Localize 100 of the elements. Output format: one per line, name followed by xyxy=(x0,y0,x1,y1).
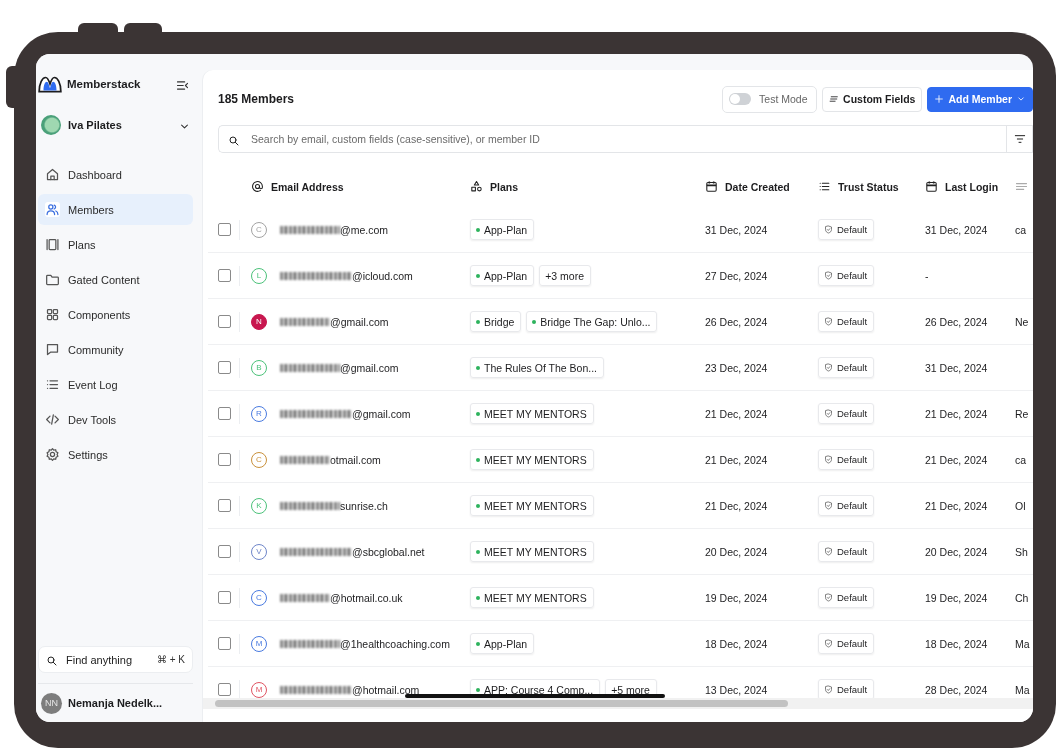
table-cell: Sh xyxy=(1015,545,1028,558)
row-checkbox[interactable] xyxy=(218,591,231,604)
column-header[interactable]: Last Login xyxy=(945,180,999,193)
column-header[interactable]: Email Address xyxy=(271,180,344,193)
redacted-text xyxy=(280,547,352,556)
workspace-switcher[interactable]: Iva Pilates xyxy=(41,113,191,137)
sidebar-item[interactable]: Community xyxy=(38,334,193,365)
plan-tag: Bridge xyxy=(470,311,522,332)
date-created-cell-text: 18 Dec, 2024 xyxy=(704,636,769,652)
email-address: @sbcglobal.net xyxy=(352,545,425,558)
member-avatar: N xyxy=(251,313,267,330)
keyboard-shortcut: ⌘ + K xyxy=(156,654,185,665)
sidebar-item[interactable]: Event Log xyxy=(38,369,193,400)
date-created-cell-text: 26 Dec, 2024 xyxy=(704,314,769,330)
table-cell: Ne xyxy=(1015,315,1029,328)
row-checkbox[interactable] xyxy=(218,407,231,420)
last-login-cell-text: 20 Dec, 2024 xyxy=(924,544,989,560)
list-icon xyxy=(45,377,60,392)
custom-fields-button[interactable]: Custom Fields xyxy=(822,86,923,112)
sidebar-item[interactable]: Settings xyxy=(38,439,193,470)
plan-tag: MEET MY MENTORS xyxy=(470,403,594,424)
column-header[interactable]: Trust Status xyxy=(838,180,899,193)
column-header[interactable]: Date Created xyxy=(725,180,790,193)
search-icon xyxy=(228,133,240,145)
row-checkbox[interactable] xyxy=(218,223,231,236)
member-count-title: 185 Members xyxy=(218,92,296,106)
user-avatar: NN xyxy=(41,692,62,714)
plan-tag: MEET MY MENTORS xyxy=(470,541,594,562)
speech-bubble-icon xyxy=(45,342,60,357)
plan-tag: MEET MY MENTORS xyxy=(470,587,594,608)
redacted-text xyxy=(280,409,352,418)
plan-tag: Bridge The Gap: Unlo... xyxy=(526,311,658,332)
plan-tag: App-Plan xyxy=(470,219,535,240)
row-checkbox[interactable] xyxy=(218,361,231,374)
row-checkbox[interactable] xyxy=(218,453,231,466)
last-login-cell-text: 21 Dec, 2024 xyxy=(924,452,989,468)
trust-status-badge: Default xyxy=(818,357,875,378)
horizontal-scrollbar[interactable] xyxy=(203,698,1033,709)
workspace-avatar xyxy=(41,115,61,135)
shield-icon xyxy=(824,455,833,464)
date-created-cell-text: 23 Dec, 2024 xyxy=(704,360,769,376)
redacted-text xyxy=(280,317,330,326)
brand-name: Memberstack xyxy=(67,78,142,90)
plan-tag: The Rules Of The Bon... xyxy=(470,357,605,378)
sidebar-item[interactable]: Members xyxy=(38,194,193,225)
plan-tag: MEET MY MENTORS xyxy=(470,449,594,470)
email-address: sunrise.ch xyxy=(340,499,388,512)
filter-button[interactable] xyxy=(1006,125,1033,153)
row-checkbox[interactable] xyxy=(218,269,231,282)
date-created-cell-text: 13 Dec, 2024 xyxy=(704,682,769,698)
date-created-cell-text: 19 Dec, 2024 xyxy=(704,590,769,606)
sidebar-item[interactable]: Plans xyxy=(38,229,193,260)
add-member-button[interactable]: Add Member xyxy=(927,86,1033,112)
last-login-cell-text: 18 Dec, 2024 xyxy=(924,636,989,652)
settings-icon xyxy=(45,447,60,462)
email-address: @hotmail.co.uk xyxy=(330,591,403,604)
row-checkbox[interactable] xyxy=(218,545,231,558)
email-address: @gmail.com xyxy=(352,407,411,420)
search-field[interactable]: Search by email, custom fields (case-sensitive), or member ID xyxy=(218,125,1006,153)
date-created-cell-text: 31 Dec, 2024 xyxy=(704,222,769,238)
shield-icon xyxy=(824,317,833,326)
lines-icon xyxy=(829,94,840,104)
date-created-cell-text: 21 Dec, 2024 xyxy=(704,406,769,422)
shield-icon xyxy=(824,271,833,280)
email-address: @gmail.com xyxy=(330,315,389,328)
sidebar-item[interactable]: Dashboard xyxy=(38,159,193,190)
chevron-down-icon xyxy=(1016,94,1026,104)
redacted-text xyxy=(280,225,340,234)
more-tag[interactable]: +3 more xyxy=(539,265,591,286)
redacted-text xyxy=(280,685,352,694)
trust-status-badge: Default xyxy=(818,541,875,562)
plan-tag: App-Plan xyxy=(470,633,535,654)
column-header[interactable]: Plans xyxy=(490,180,518,193)
trust-status-badge: Default xyxy=(818,495,875,516)
test-mode-switch[interactable]: Test Mode xyxy=(722,85,818,113)
shield-icon xyxy=(824,639,833,648)
row-checkbox[interactable] xyxy=(218,315,231,328)
row-checkbox[interactable] xyxy=(218,637,231,650)
trust-status-badge: Default xyxy=(818,265,875,286)
plan-tag: MEET MY MENTORS xyxy=(470,495,594,516)
email-address: @hotmail.com xyxy=(352,683,420,696)
shield-icon xyxy=(824,363,833,372)
date-created-cell-text: 27 Dec, 2024 xyxy=(704,268,769,284)
calendar-icon xyxy=(705,180,718,193)
email-address: @me.com xyxy=(340,223,388,236)
row-checkbox[interactable] xyxy=(218,683,231,696)
sidebar-item[interactable]: Components xyxy=(38,299,193,330)
lines-icon xyxy=(1015,180,1028,193)
sidebar-item[interactable]: Gated Content xyxy=(38,264,193,295)
redacted-text xyxy=(280,639,340,648)
sidebar-item[interactable]: Dev Tools xyxy=(38,404,193,435)
redacted-text xyxy=(280,271,352,280)
table-cell: Re xyxy=(1015,407,1029,420)
last-login-cell-text: 19 Dec, 2024 xyxy=(924,590,989,606)
table-cell: Ma xyxy=(1015,683,1030,696)
row-checkbox[interactable] xyxy=(218,499,231,512)
shield-icon xyxy=(824,225,833,234)
date-created-cell-text: 21 Dec, 2024 xyxy=(704,452,769,468)
filter-icon xyxy=(1013,133,1026,145)
table-cell: ca xyxy=(1015,453,1027,466)
